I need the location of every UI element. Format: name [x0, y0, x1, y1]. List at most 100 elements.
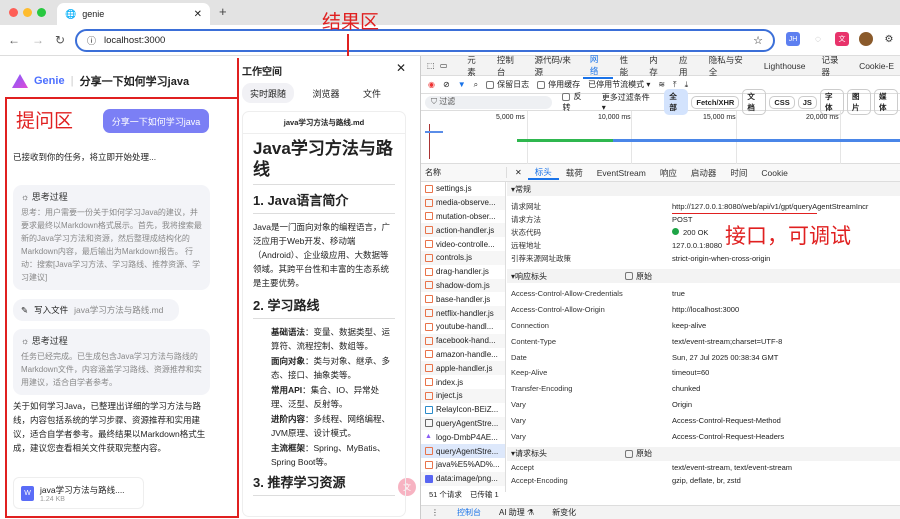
device-toolbar-icon[interactable]: ▭ [440, 61, 460, 70]
invert-checkbox[interactable]: 反转 [562, 91, 587, 113]
reload-icon[interactable]: ↻ [55, 33, 65, 47]
header-value[interactable]: 127.0.0.1:8080 [672, 241, 722, 250]
drawer-tab-console[interactable]: 控制台 [457, 507, 481, 518]
devtools-tab[interactable]: 内存 [642, 54, 672, 78]
request-list-item[interactable]: index.js [421, 375, 505, 389]
header-value[interactable]: text/event-stream, text/event-stream [672, 463, 792, 472]
import-har-icon[interactable]: ⤒ [673, 80, 677, 90]
devtools-tab[interactable]: 应用 [672, 54, 702, 78]
new-tab-button[interactable]: + [219, 4, 227, 19]
disable-cache-checkbox[interactable]: 停用缓存 [537, 79, 580, 90]
address-bar[interactable]: ⓘ localhost:3000 ☆ [75, 29, 775, 52]
header-value[interactable]: http://localhost:3000 [672, 305, 739, 314]
request-list-item[interactable]: queryAgentStre... [421, 444, 505, 458]
filter-chip[interactable]: Fetch/XHR [691, 95, 740, 109]
header-value[interactable]: true [672, 289, 685, 298]
header-value[interactable]: keep-alive [672, 321, 706, 330]
devtools-tab[interactable]: Lighthouse [755, 61, 815, 71]
devtools-tab-network[interactable]: 网络 [582, 53, 613, 79]
maximize-window-button[interactable] [37, 8, 46, 17]
request-list-item[interactable]: mutation-obser... [421, 210, 505, 224]
header-value[interactable]: Access-Control-Request-Method [672, 416, 781, 425]
detail-tab[interactable]: 响应 [653, 167, 684, 179]
header-value[interactable]: POST [672, 215, 692, 224]
filter-input[interactable]: ⛉ 过滤 [425, 95, 553, 109]
attachment-card[interactable]: W java学习方法与路线.... 1.24 KB [13, 477, 144, 509]
header-value[interactable]: Access-Control-Request-Headers [672, 432, 784, 441]
header-value[interactable]: strict-origin-when-cross-origin [672, 254, 770, 263]
drawer-tab-whats-new[interactable]: 新变化 [552, 507, 576, 518]
request-list-item[interactable]: settings.js [421, 182, 505, 196]
request-list-item[interactable]: java%E5%AD%... [421, 458, 505, 472]
general-section-toggle[interactable]: ▾ 常规 [507, 182, 900, 196]
tab-files[interactable]: 文件 [346, 83, 398, 103]
write-file-step[interactable]: ✎ 写入文件 java学习方法与路线.md [13, 299, 179, 321]
extension-jh-icon[interactable]: JH [786, 32, 800, 46]
thinking-card[interactable]: ☼ 思考过程 任务已经完成。已生成包含Java学习方法与路线的Markdown文… [13, 329, 210, 395]
request-list-item[interactable]: controls.js [421, 250, 505, 265]
devtools-tab[interactable]: 记录器 [815, 54, 853, 78]
browser-tab[interactable]: 🌐 genie ✕ [57, 3, 210, 25]
devtools-tab[interactable]: 隐私与安全 [702, 54, 755, 78]
request-list-item[interactable]: RelayIcon-BEiZ... [421, 403, 505, 417]
request-list-item[interactable]: drag-handler.js [421, 265, 505, 279]
detail-tab[interactable]: 时间 [723, 167, 754, 179]
name-column-header[interactable]: 名称 [421, 167, 507, 178]
forward-icon[interactable]: → [32, 33, 44, 47]
request-list-item[interactable]: data:image/png... [421, 471, 505, 486]
inspect-element-icon[interactable]: ⬚ [427, 61, 440, 70]
export-har-icon[interactable]: ⤓ [685, 80, 689, 90]
header-value[interactable]: Origin [672, 400, 692, 409]
devtools-tab[interactable]: Cookie-E [852, 61, 900, 71]
request-list-item[interactable]: shadow-dom.js [421, 278, 505, 293]
request-list-item[interactable]: amazon-handle... [421, 348, 505, 362]
network-timeline[interactable]: 5,000 ms 10,000 ms 15,000 ms 20,000 ms [421, 111, 900, 164]
back-icon[interactable]: ← [8, 33, 20, 47]
throttle-select[interactable]: 已停用节流模式 ▾ [588, 79, 650, 90]
detail-tab[interactable]: 载荷 [559, 167, 590, 179]
detail-tab[interactable]: 启动器 [684, 167, 724, 179]
request-list-item[interactable]: youtube-handl... [421, 320, 505, 334]
detail-tab[interactable]: EventStream [590, 168, 653, 178]
clear-icon[interactable]: ⊘ [443, 80, 450, 89]
search-icon[interactable]: ⌕ [474, 80, 478, 90]
translate-extension-icon[interactable]: 文 [835, 32, 849, 46]
tab-browser[interactable]: 浏览器 [300, 83, 352, 103]
extensions-puzzle-icon[interactable]: ⚙ [882, 32, 896, 46]
request-headers-section-toggle[interactable]: ▾ 请求标头 原始 [507, 446, 900, 461]
thinking-card[interactable]: ☼ 思考过程 思考：用户需要一份关于如何学习Java的建议，并要求最终以Mark… [13, 185, 210, 290]
request-list-item[interactable]: ▲ logo-DmbP4AE... [421, 430, 505, 444]
request-list-item[interactable]: queryAgentStre... [421, 416, 505, 431]
close-window-button[interactable] [9, 8, 18, 17]
request-list-item[interactable]: video-controlle... [421, 237, 505, 251]
header-value[interactable]: chunked [672, 384, 700, 393]
request-list-item[interactable]: netflix-handler.js [421, 306, 505, 320]
detail-tab[interactable]: Cookie [754, 168, 794, 178]
drawer-menu-icon[interactable]: ⋮ [431, 508, 439, 517]
request-list-item[interactable]: apple-handler.js [421, 361, 505, 376]
record-icon[interactable]: ◉ [428, 80, 435, 89]
header-value[interactable]: Sun, 27 Jul 2025 00:38:34 GMT [672, 353, 778, 362]
chat-extension-icon[interactable]: ◌ [811, 32, 825, 46]
devtools-tab[interactable]: 控制台 [490, 54, 528, 78]
request-list-item[interactable]: facebook-hand... [421, 333, 505, 348]
request-list-item[interactable]: inject.js [421, 388, 505, 403]
devtools-tab[interactable]: 元素 [460, 54, 490, 78]
close-details-icon[interactable]: ✕ [515, 168, 522, 177]
filter-chip[interactable]: CSS [769, 95, 795, 109]
close-workspace-icon[interactable]: ✕ [396, 61, 406, 75]
drawer-tab-ai[interactable]: AI 助理 ⚗ [499, 507, 534, 518]
request-list-item[interactable]: base-handler.js [421, 292, 505, 306]
devtools-tab[interactable]: 性能 [613, 54, 643, 78]
detail-tab-headers[interactable]: 标头 [527, 166, 559, 180]
header-value[interactable]: gzip, deflate, br, zstd [672, 476, 741, 485]
header-value[interactable]: http://127.0.0.1:8080/web/api/v1/gpt/que… [672, 202, 868, 211]
network-conditions-icon[interactable]: ≋ [658, 80, 665, 89]
header-value[interactable]: timeout=60 [672, 368, 709, 377]
minimize-window-button[interactable] [23, 8, 32, 17]
close-tab-icon[interactable]: ✕ [194, 9, 202, 20]
header-value[interactable]: 200 OK [672, 228, 708, 237]
bookmark-star-icon[interactable]: ☆ [753, 34, 763, 47]
response-headers-section-toggle[interactable]: ▾ 响应标头 原始 [507, 269, 900, 283]
filter-chip[interactable]: JS [797, 95, 817, 109]
